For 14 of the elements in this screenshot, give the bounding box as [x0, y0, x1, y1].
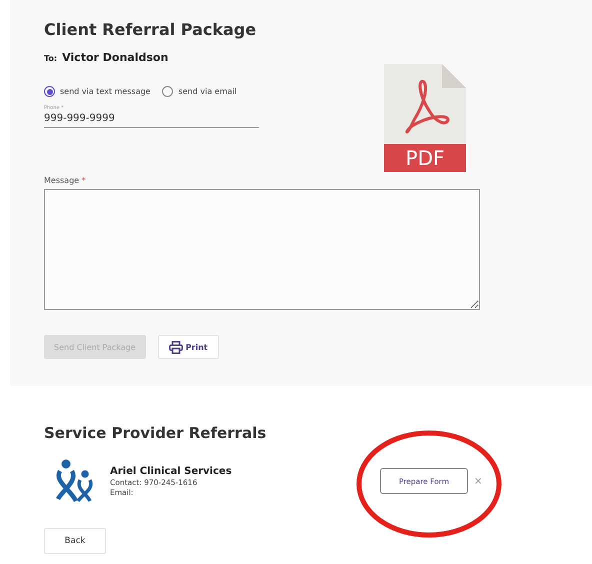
recipient-name: Victor Donaldson	[62, 51, 168, 64]
send-option-radio[interactable]: send via text message	[44, 86, 150, 97]
printer-icon	[168, 340, 183, 354]
message-field[interactable]	[44, 189, 480, 310]
section-title: Client Referral Package	[44, 20, 258, 39]
back-button[interactable]: Back	[44, 528, 106, 554]
section-title: Service Provider Referrals	[44, 424, 268, 442]
to-label: To:	[44, 54, 58, 63]
provider-name: Ariel Clinical Services	[110, 466, 233, 476]
print-button[interactable]: Print	[158, 335, 219, 359]
pdf-file-icon	[384, 64, 466, 172]
pdf-label: PDF	[406, 146, 444, 170]
send-option-radio[interactable]: send via email	[162, 86, 237, 97]
message-label: Message *	[44, 176, 87, 185]
